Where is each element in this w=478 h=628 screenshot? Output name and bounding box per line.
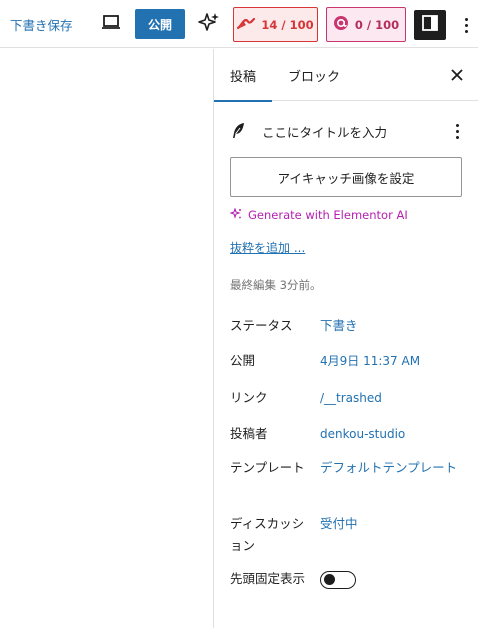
publish-date-button[interactable]: 4月9日 11:37 AM [320,350,460,372]
post-actions-menu-button[interactable] [452,121,462,141]
meta-publish-row: 公開 4月9日 11:37 AM [230,350,470,372]
ai-sparkle-icon [229,206,242,223]
meta-label: テンプレート [230,460,305,475]
set-featured-image-button[interactable]: アイキャッチ画像を設定 [230,157,462,197]
meta-sticky-row: 先頭固定表示 [230,568,470,612]
ai-assistant-button[interactable] [196,12,222,38]
meta-label: ディスカッション [230,516,305,553]
post-title-label: ここにタイトルを入力 [262,124,388,140]
sticky-toggle[interactable] [320,571,356,589]
sidebar-tabs: 投稿 ブロック [214,49,478,102]
toggle-knob [324,574,335,585]
editor-toolbar: 下書き保存 公開 14 / 100 0 / 100 [0,0,478,48]
elementor-ai-link[interactable]: Generate with Elementor AI [229,206,408,223]
add-excerpt-link[interactable]: 抜粋を追加 ... [230,239,305,256]
sparkle-icon [197,11,221,39]
close-icon [451,66,463,85]
preview-button[interactable] [98,12,124,36]
readability-score-button[interactable]: 0 / 100 [326,7,406,42]
feather-icon [230,122,248,140]
meta-discussion-row: ディスカッション 受付中 [230,513,470,557]
meta-label: 先頭固定表示 [230,571,306,586]
more-vertical-icon [464,17,468,33]
settings-sidebar-toggle[interactable] [414,10,446,40]
permalink-button[interactable]: /__trashed [320,387,460,409]
save-draft-button[interactable]: 下書き保存 [10,15,73,34]
meta-template-row: テンプレート デフォルトテンプレート [230,457,470,501]
meta-label: リンク [230,390,268,405]
author-button[interactable]: denkou-studio [320,423,460,445]
options-menu-button[interactable] [456,12,476,38]
tab-post[interactable]: 投稿 [214,49,272,102]
discussion-button[interactable]: 受付中 [320,513,460,535]
desktop-preview-icon [101,14,121,34]
elementor-ai-label: Generate with Elementor AI [248,208,408,222]
meta-author-row: 投稿者 denkou-studio [230,423,470,445]
seo-score-icon [237,16,256,33]
close-sidebar-button[interactable] [447,65,467,85]
seo-score-button[interactable]: 14 / 100 [233,7,318,42]
settings-sidebar: 投稿 ブロック ここにタイトルを入力 アイキャッチ画像を設定 Generate … [213,49,478,628]
meta-link-row: リンク /__trashed [230,387,470,409]
meta-label: 公開 [230,353,256,368]
readability-score-value: 0 / 100 [354,17,400,32]
last-edited-text: 最終編集 3分前。 [230,278,322,292]
meta-label: 投稿者 [230,426,268,441]
meta-status-row: ステータス 下書き [230,315,470,337]
sidebar-toggle-icon [421,14,439,36]
meta-label: ステータス [230,318,293,333]
status-value-button[interactable]: 下書き [320,315,460,337]
seo-score-value: 14 / 100 [261,17,314,32]
readability-score-icon [333,15,349,34]
publish-button[interactable]: 公開 [135,9,185,39]
template-button[interactable]: デフォルトテンプレート [320,457,460,479]
tab-block[interactable]: ブロック [288,49,340,101]
post-title-summary: ここにタイトルを入力 [230,119,462,143]
